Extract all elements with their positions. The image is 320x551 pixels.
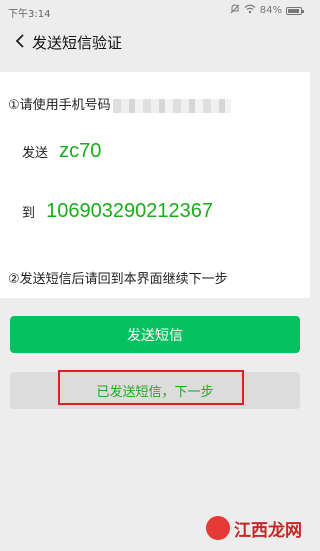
nav-bar: 发送短信验证 xyxy=(0,22,310,62)
to-label: 到 xyxy=(22,206,36,221)
page-title: 发送短信验证 xyxy=(32,34,123,52)
status-icons: 84% xyxy=(230,4,304,18)
battery-icon xyxy=(286,7,304,15)
target-number-row: 到 106903290212367 xyxy=(22,200,213,223)
masked-phone-number xyxy=(112,98,231,113)
sent-next-button[interactable]: 已发送短信，下一步 xyxy=(10,372,300,409)
send-code-row: 发送 zc70 xyxy=(22,140,101,163)
step1-line: ①请使用手机号码 xyxy=(8,94,231,113)
wifi-icon xyxy=(244,4,256,18)
send-label: 发送 xyxy=(22,146,49,161)
sms-code: zc70 xyxy=(59,140,102,162)
watermark: 江西龙网 xyxy=(206,508,306,548)
sent-next-label: 已发送短信，下一步 xyxy=(96,385,214,400)
step1-text: ①请使用手机号码 xyxy=(8,98,111,113)
watermark-text: 江西龙网 xyxy=(234,520,302,541)
battery-text: 84% xyxy=(259,5,282,16)
status-time: 下午3:14 xyxy=(8,9,51,20)
step2-text: ②发送短信后请回到本界面继续下一步 xyxy=(8,272,228,287)
watermark-logo xyxy=(206,516,230,540)
mute-icon xyxy=(230,4,240,18)
send-sms-button[interactable]: 发送短信 xyxy=(10,316,300,353)
status-bar: 下午3:14 84% xyxy=(0,0,310,22)
instruction-card: ①请使用手机号码 发送 zc70 到 106903290212367 ②发送短信… xyxy=(0,72,310,298)
back-arrow-icon[interactable] xyxy=(10,31,30,51)
target-number: 106903290212367 xyxy=(46,200,213,222)
